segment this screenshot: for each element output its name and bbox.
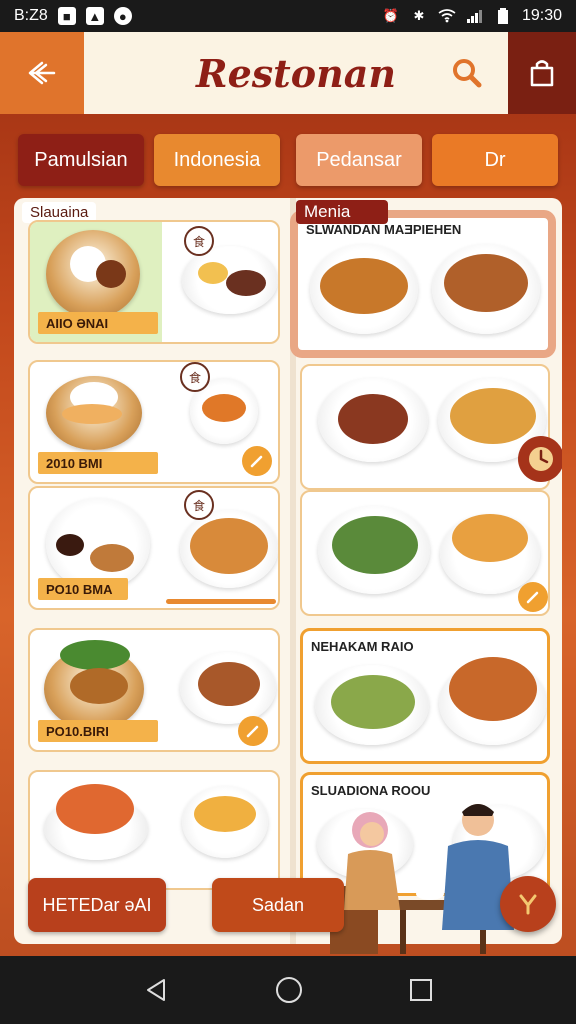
nav-recents-icon[interactable] — [408, 977, 434, 1003]
left-column: Slauaina 食 AIIO ƏNAI 食 2010 BMI 食 PO10 B… — [14, 198, 290, 944]
tab-pedansar[interactable]: Pedansar — [296, 134, 422, 186]
title-bar: Restonan — [84, 32, 508, 114]
bag-icon — [530, 60, 554, 87]
price-tag: PO10.BIRI — [38, 720, 158, 742]
battery-icon — [494, 7, 512, 25]
price-tag: PO10 BMA — [38, 578, 128, 600]
tab-indonesia[interactable]: Indonesia — [154, 134, 280, 186]
edit-icon[interactable] — [238, 716, 268, 746]
category-tabs: Pamulsian Indonesia Pedansar Dr — [18, 134, 558, 186]
circle-icon: ● — [113, 7, 132, 25]
alarm-icon: ⏰ — [382, 8, 400, 23]
system-nav-bar — [0, 956, 576, 1024]
status-time-right: 19:30 — [521, 7, 562, 24]
card-title: SLWANDAN MAƎPIEHEN — [306, 222, 462, 237]
wifi-icon — [438, 7, 456, 25]
back-arrow-icon — [28, 61, 56, 85]
menu-card[interactable]: 食 AIIO ƏNAI — [28, 220, 280, 344]
food-label-icon: 食 — [184, 226, 214, 256]
menu-card[interactable]: PO10.BIRI — [28, 628, 280, 752]
notification-icon: ■ — [57, 7, 76, 25]
menu-card[interactable]: 食 PO10 BMA — [28, 486, 280, 610]
price-tag: 2010 BMI — [38, 452, 158, 474]
bluetooth-icon: ✱ — [413, 8, 425, 23]
status-time-left: B:Z8 — [14, 7, 48, 24]
tab-pamulsian[interactable]: Pamulsian — [18, 134, 144, 186]
save-button[interactable]: Sadan — [212, 878, 344, 932]
right-section-label: Menia — [296, 200, 388, 224]
status-bar: B:Z8 ■ ▲ ● ⏰ ✱ 19:30 — [0, 0, 576, 32]
app-header: Restonan — [0, 32, 576, 114]
filter-fab[interactable] — [500, 876, 556, 932]
menu-card[interactable]: 食 2010 BMI — [28, 360, 280, 484]
filter-icon — [519, 894, 537, 915]
search-button[interactable] — [450, 56, 484, 90]
featured-menu-card[interactable]: SLWANDAN MAƎPIEHEN — [290, 210, 556, 358]
food-label-icon: 食 — [184, 490, 214, 520]
diners-illustration — [330, 804, 514, 954]
menu-card[interactable] — [300, 490, 550, 616]
back-button[interactable] — [0, 32, 84, 114]
cart-button[interactable] — [508, 32, 576, 114]
primary-action-button[interactable]: HETEDar əAI — [28, 878, 166, 932]
nav-back-icon[interactable] — [142, 976, 170, 1004]
tab-dr[interactable]: Dr — [432, 134, 558, 186]
menu-card[interactable] — [28, 770, 280, 890]
card-title: NEHAKAM RAIO — [311, 639, 414, 654]
menu-card[interactable] — [300, 364, 550, 490]
food-label-icon: 食 — [180, 362, 210, 392]
image-icon: ▲ — [85, 7, 104, 25]
page-title: Restonan — [196, 50, 396, 96]
search-icon — [453, 59, 482, 88]
menu-card[interactable]: NEHAKAM RAIO — [300, 628, 550, 764]
signal-icon — [466, 7, 484, 25]
price-underline — [166, 599, 276, 604]
nav-home-icon[interactable] — [274, 975, 304, 1005]
edit-icon[interactable] — [518, 582, 548, 612]
clock-icon[interactable] — [518, 436, 562, 482]
price-tag: AIIO ƏNAI — [38, 312, 158, 334]
edit-icon[interactable] — [242, 446, 272, 476]
